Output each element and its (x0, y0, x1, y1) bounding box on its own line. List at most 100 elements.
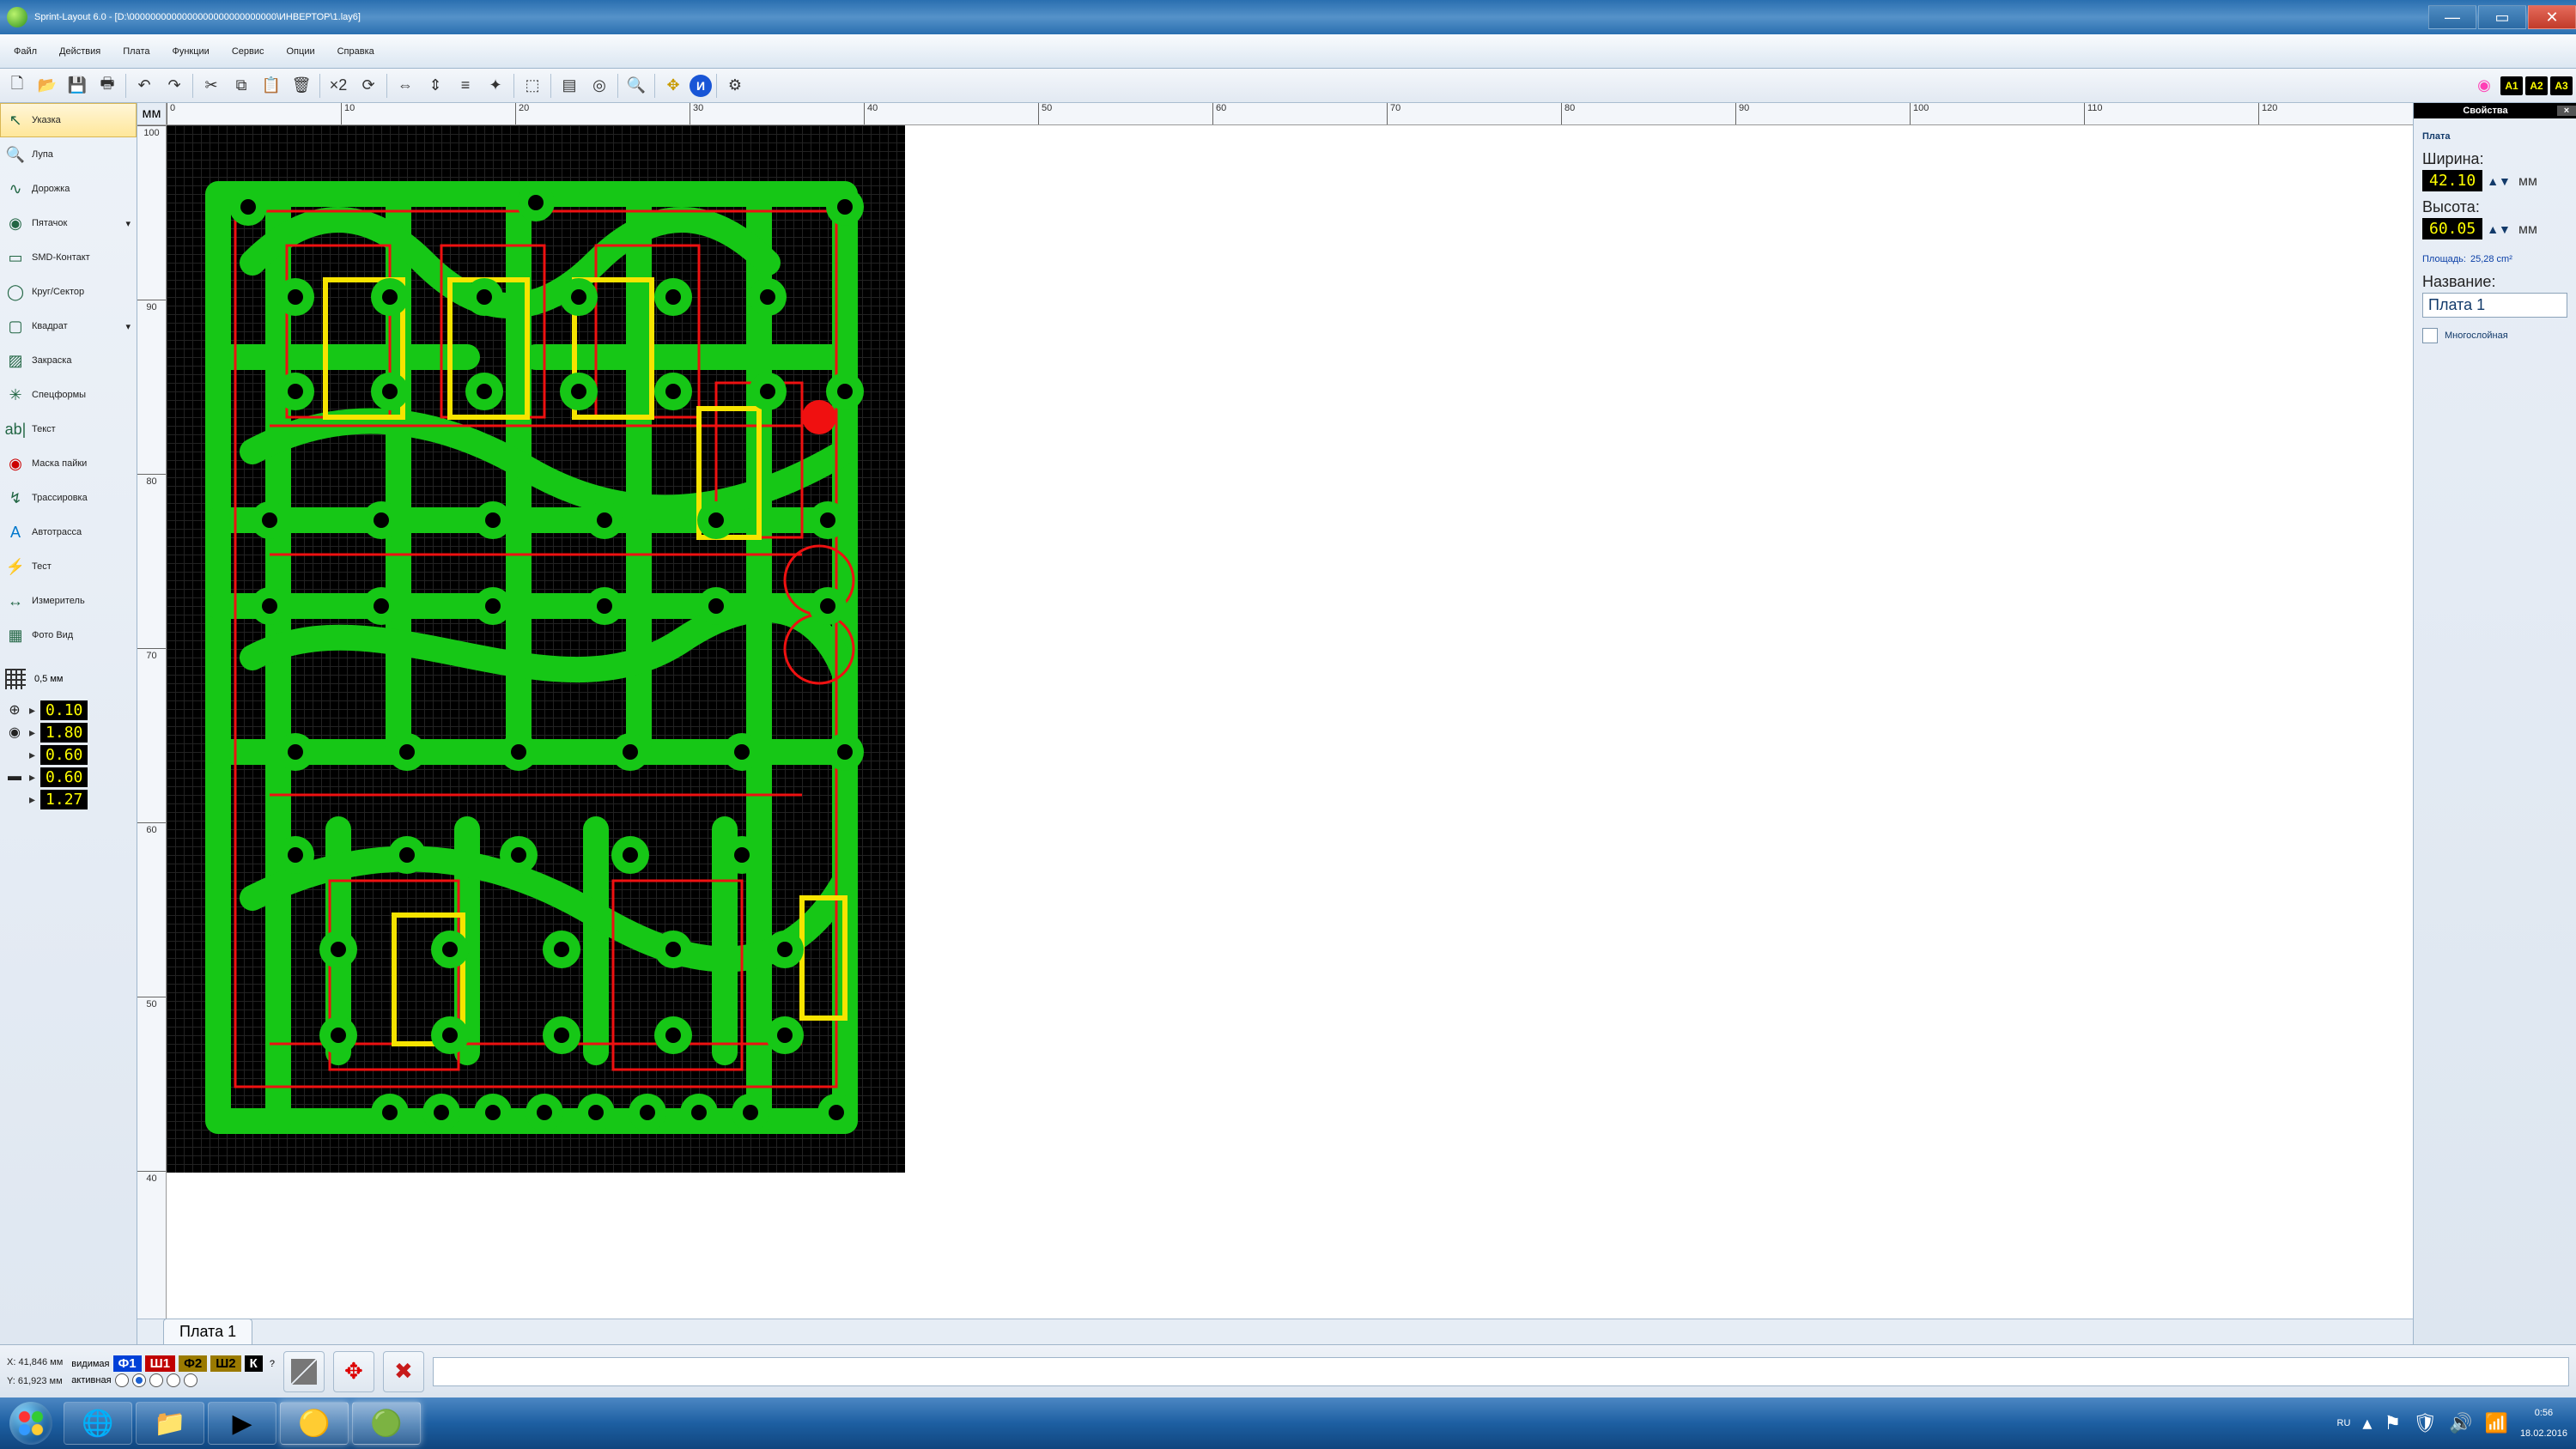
mirror-v-button[interactable]: ⇕ (422, 72, 449, 100)
tool-SMD-Контакт[interactable]: ▭SMD-Контакт (0, 240, 137, 275)
taskbar-sprint-layout[interactable]: 🟢 (352, 1402, 421, 1445)
param-row[interactable]: ⊕▸0.10 (5, 699, 131, 721)
layer-chip[interactable]: Ш1 (145, 1355, 175, 1372)
properties-close-button[interactable]: × (2557, 106, 2576, 116)
tool-Закраска[interactable]: ▨Закраска (0, 343, 137, 378)
layer-chip[interactable]: Ш2 (210, 1355, 240, 1372)
menu-Опции[interactable]: Опции (276, 41, 326, 62)
help-icon[interactable]: ? (270, 1359, 275, 1369)
disable-button[interactable]: ✖ (383, 1351, 424, 1392)
taskbar-explorer[interactable]: 📁 (136, 1402, 204, 1445)
param-row[interactable]: ▬▸0.60 (5, 766, 131, 788)
board-tab[interactable]: Плата 1 (163, 1319, 252, 1344)
tool-Дорожка[interactable]: ∿Дорожка (0, 172, 137, 206)
grid-setting[interactable]: 0,5 мм (0, 663, 137, 695)
menu-Сервис[interactable]: Сервис (221, 41, 276, 62)
macro-a2-button[interactable]: А2 (2525, 76, 2548, 95)
layer-chip[interactable]: К (245, 1355, 263, 1372)
center-button[interactable]: ✥ (659, 72, 687, 100)
param-row[interactable]: ▸0.60 (5, 743, 131, 766)
mirror-h-button[interactable]: ⇔ (392, 72, 419, 100)
pcb-canvas[interactable] (167, 125, 2413, 1319)
tool-Измеритель[interactable]: ↔Измеритель (0, 584, 137, 618)
tray-shield-icon[interactable]: 🛡 (2413, 1412, 2437, 1434)
tray-action-icon[interactable]: ⚑ (2384, 1412, 2401, 1434)
cut-button[interactable]: ✂ (197, 72, 225, 100)
save-file-button[interactable]: 💾 (64, 72, 91, 100)
width-value[interactable]: 42.10 (2422, 170, 2482, 191)
menu-Справка[interactable]: Справка (326, 41, 386, 62)
taskbar-media[interactable]: ▶ (208, 1402, 276, 1445)
undo-button[interactable]: ↶ (131, 72, 158, 100)
record-button[interactable]: ◉ (2470, 72, 2498, 100)
tool-Круг/Сектор[interactable]: ◯Круг/Сектор (0, 275, 137, 309)
duplicate-button[interactable]: ×2 (325, 72, 352, 100)
rotate-button[interactable]: ⟳ (355, 72, 382, 100)
zoom-button[interactable]: 🔍 (623, 72, 650, 100)
tool-Трассировка[interactable]: ↯Трассировка (0, 481, 137, 515)
layer-radio[interactable] (184, 1373, 197, 1387)
layer-radio[interactable] (149, 1373, 163, 1387)
group-button[interactable]: ⬚ (519, 72, 546, 100)
tool-Пятачок[interactable]: ◉Пятачок▾ (0, 206, 137, 240)
tool-Тест[interactable]: ⚡Тест (0, 549, 137, 584)
param-row[interactable]: ◉▸1.80 (5, 721, 131, 743)
open-file-button[interactable]: 📂 (33, 72, 61, 100)
layer-selector[interactable]: видимая Ф1 Ш1 Ф2 Ш2 К ? активная (71, 1355, 275, 1387)
param-value[interactable]: 0.60 (40, 745, 88, 765)
param-value[interactable]: 0.60 (40, 767, 88, 787)
tray-up-icon[interactable]: ▴ (2362, 1412, 2372, 1434)
copy-button[interactable]: ⧉ (228, 72, 255, 100)
height-spinner[interactable]: ▲▼ (2487, 222, 2511, 236)
origin-button[interactable]: ✥ (333, 1351, 374, 1392)
tool-Маска пайки[interactable]: ◉Маска пайки (0, 446, 137, 481)
param-value[interactable]: 1.27 (40, 790, 88, 809)
gear-button[interactable]: ⚙ (721, 72, 749, 100)
layer-radio[interactable] (132, 1373, 146, 1387)
print-button[interactable]: 🖶 (94, 72, 121, 100)
layer-chip[interactable]: Ф2 (179, 1355, 207, 1372)
taskbar-ie[interactable]: 🌐 (64, 1402, 132, 1445)
redo-button[interactable]: ↷ (161, 72, 188, 100)
tool-Лупа[interactable]: 🔍Лупа (0, 137, 137, 172)
tool-Квадрат[interactable]: ▢Квадрат▾ (0, 309, 137, 343)
param-value[interactable]: 0.10 (40, 700, 88, 720)
align-button[interactable]: ≡ (452, 72, 479, 100)
info-button[interactable]: И (690, 75, 712, 97)
param-value[interactable]: 1.80 (40, 723, 88, 743)
language-indicator[interactable]: RU (2337, 1418, 2351, 1428)
snap-button[interactable]: ✦ (482, 72, 509, 100)
layer-chip[interactable]: Ф1 (113, 1355, 142, 1372)
tool-Фото Вид[interactable]: ▦Фото Вид (0, 618, 137, 652)
pcb-board[interactable] (167, 125, 905, 1173)
tray-clock[interactable]: 0:56 18.02.2016 (2520, 1403, 2567, 1444)
multilayer-checkbox[interactable]: Многослойная (2422, 328, 2567, 343)
name-input[interactable]: Плата 1 (2422, 293, 2567, 318)
height-value[interactable]: 60.05 (2422, 218, 2482, 239)
macro-a3-button[interactable]: А3 (2550, 76, 2573, 95)
tray-network-icon[interactable]: 📶 (2485, 1412, 2508, 1434)
param-row[interactable]: ▸1.27 (5, 788, 131, 810)
maximize-button[interactable]: ▭ (2478, 5, 2526, 29)
macro-a1-button[interactable]: А1 (2500, 76, 2523, 95)
layer-radio[interactable] (167, 1373, 180, 1387)
menu-Функции[interactable]: Функции (161, 41, 220, 62)
delete-button[interactable]: 🗑 (288, 72, 315, 100)
menu-Действия[interactable]: Действия (48, 41, 112, 62)
start-button[interactable] (0, 1397, 62, 1449)
menu-Плата[interactable]: Плата (112, 41, 161, 62)
tool-Автотрасса[interactable]: AАвтотрасса (0, 515, 137, 549)
tool-Указка[interactable]: ↖Указка (0, 103, 137, 137)
layer-radio[interactable] (115, 1373, 129, 1387)
new-file-button[interactable]: 🗋 (3, 72, 31, 100)
drc-button[interactable]: ◎ (586, 72, 613, 100)
paste-button[interactable]: 📋 (258, 72, 285, 100)
close-button[interactable]: ✕ (2528, 5, 2576, 29)
minimize-button[interactable]: ― (2428, 5, 2476, 29)
taskbar-chrome[interactable]: 🟡 (280, 1402, 349, 1445)
hatch-button[interactable] (283, 1351, 325, 1392)
menu-Файл[interactable]: Файл (3, 41, 48, 62)
tool-Текст[interactable]: ab|Текст (0, 412, 137, 446)
tool-Спецформы[interactable]: ✳Спецформы (0, 378, 137, 412)
status-input[interactable] (433, 1357, 2569, 1386)
